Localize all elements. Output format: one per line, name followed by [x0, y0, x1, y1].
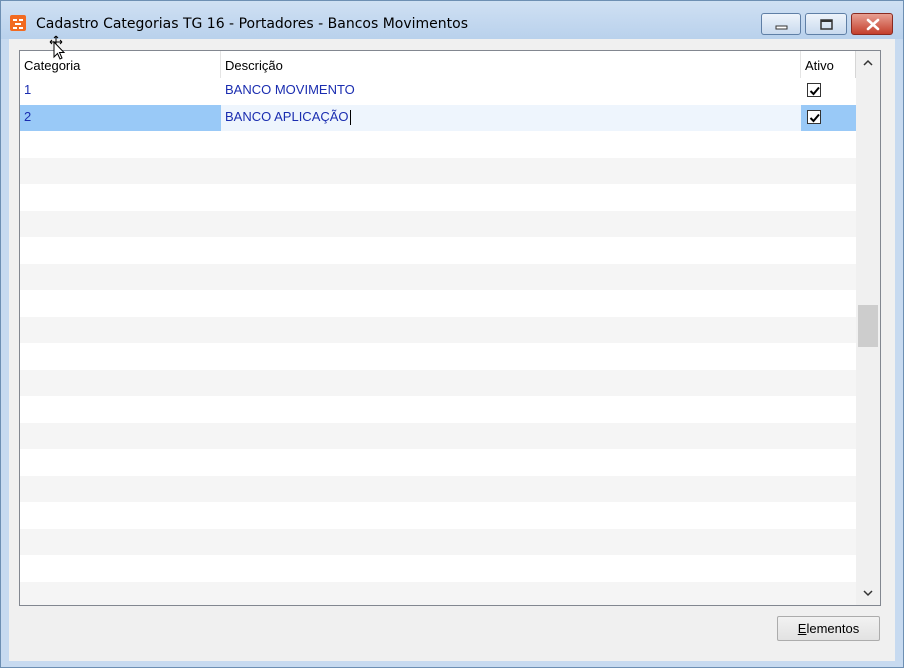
table-row[interactable]: 1 BANCO MOVIMENTO: [20, 78, 856, 105]
empty-row[interactable]: [20, 502, 856, 529]
grid-rows: 1 BANCO MOVIMENTO 2 BANCO APLICAÇÃO: [20, 78, 856, 605]
empty-row[interactable]: [20, 396, 856, 423]
empty-row[interactable]: [20, 184, 856, 211]
empty-row[interactable]: [20, 131, 856, 158]
maximize-button[interactable]: [805, 13, 847, 35]
empty-row[interactable]: [20, 555, 856, 582]
empty-row[interactable]: [20, 316, 856, 343]
empty-row[interactable]: [20, 157, 856, 184]
maximize-icon: [820, 19, 833, 30]
checkmark-icon: [809, 113, 820, 122]
ativo-checkbox[interactable]: [807, 109, 821, 124]
cell-descricao-editing[interactable]: BANCO APLICAÇÃO: [221, 104, 801, 131]
elementos-button[interactable]: Elementos: [777, 616, 880, 641]
cell-categoria[interactable]: 2: [20, 105, 221, 131]
vertical-scrollbar[interactable]: [856, 51, 880, 605]
window: Cadastro Categorias TG 16 - Portadores -…: [0, 0, 904, 668]
window-title: Cadastro Categorias TG 16 - Portadores -…: [36, 16, 469, 32]
elementos-label: lementos: [806, 621, 860, 636]
empty-row[interactable]: [20, 263, 856, 290]
empty-row[interactable]: [20, 581, 856, 605]
scroll-up-button[interactable]: [856, 53, 880, 73]
table-row-selected[interactable]: 2 BANCO APLICAÇÃO: [20, 104, 856, 131]
column-header-descricao[interactable]: Descrição: [221, 51, 801, 78]
grid-header: Categoria Descrição Ativo: [20, 51, 856, 78]
cell-descricao[interactable]: BANCO MOVIMENTO: [221, 78, 801, 104]
empty-row[interactable]: [20, 210, 856, 237]
empty-row[interactable]: [20, 290, 856, 317]
close-button[interactable]: [851, 13, 893, 35]
minimize-icon: [775, 25, 788, 30]
chevron-up-icon: [863, 59, 873, 66]
close-icon: [866, 18, 880, 31]
column-header-ativo[interactable]: Ativo: [801, 51, 856, 78]
cell-descricao-text: BANCO APLICAÇÃO: [225, 108, 349, 124]
title-bar[interactable]: Cadastro Categorias TG 16 - Portadores -…: [1, 1, 903, 39]
minimize-button[interactable]: [761, 13, 801, 35]
empty-row[interactable]: [20, 422, 856, 449]
chevron-down-icon: [863, 590, 873, 597]
ativo-checkbox[interactable]: [807, 83, 821, 97]
app-icon[interactable]: [10, 15, 26, 31]
cell-categoria[interactable]: 1: [20, 78, 221, 104]
checkmark-icon: [809, 86, 820, 96]
text-caret: [349, 109, 351, 125]
empty-row[interactable]: [20, 528, 856, 555]
move-cursor-icon: [49, 35, 66, 60]
empty-row[interactable]: [20, 237, 856, 264]
empty-row[interactable]: [20, 475, 856, 502]
empty-row[interactable]: [20, 449, 856, 476]
categories-grid[interactable]: Categoria Descrição Ativo 1 BANCO MOVIME…: [19, 50, 881, 606]
scrollbar-thumb[interactable]: [858, 305, 878, 347]
empty-row[interactable]: [20, 343, 856, 370]
empty-row[interactable]: [20, 369, 856, 396]
client-area: Categoria Descrição Ativo 1 BANCO MOVIME…: [9, 39, 895, 661]
scroll-down-button[interactable]: [856, 583, 880, 603]
